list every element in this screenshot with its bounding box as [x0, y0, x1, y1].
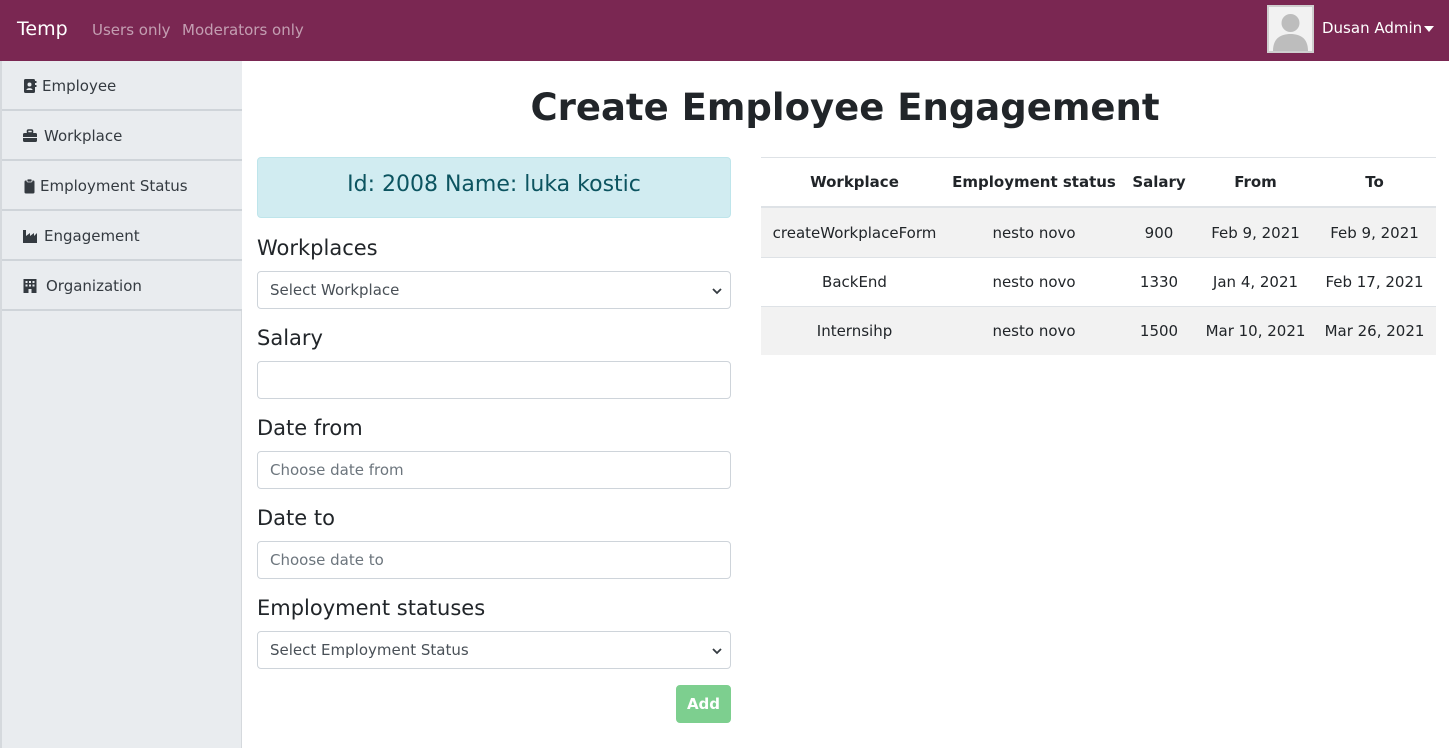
table-cell: Feb 17, 2021: [1325, 273, 1424, 291]
sidebar-item-label: Employee: [42, 77, 117, 95]
workplace-select-value: Select Workplace: [270, 281, 400, 299]
sidebar-item-label: Employment Status: [40, 177, 188, 195]
workplace-select[interactable]: Select Workplace: [257, 271, 731, 309]
employment-statuses-label: Employment statuses: [257, 596, 486, 620]
date-to-input[interactable]: [257, 541, 731, 579]
sidebar-item-label: Engagement: [44, 227, 140, 245]
sidebar: Employee Workplace Employment Status Eng…: [0, 61, 242, 748]
user-menu-toggle[interactable]: Dusan Admin: [1322, 19, 1422, 37]
column-header-salary: Salary: [1132, 173, 1186, 191]
table-cell: nesto novo: [992, 273, 1076, 291]
nav-moderators-only[interactable]: Moderators only: [182, 21, 304, 39]
employment-status-select[interactable]: Select Employment Status: [257, 631, 731, 669]
employee-info-banner: Id: 2008 Name: luka kostic: [257, 157, 731, 218]
chevron-down-icon: [712, 648, 722, 655]
sidebar-item-engagement[interactable]: Engagement: [2, 211, 242, 261]
table-cell: Feb 9, 2021: [1211, 223, 1300, 242]
brand-link[interactable]: Temp: [17, 18, 68, 40]
clipboard-icon: [24, 178, 35, 194]
page-title: Create Employee Engagement: [530, 86, 1160, 129]
salary-input[interactable]: [257, 361, 731, 399]
table-cell: Mar 26, 2021: [1324, 322, 1425, 340]
building-icon: [23, 279, 37, 293]
chevron-down-icon: [712, 288, 722, 295]
user-silhouette-icon: [1269, 7, 1312, 51]
table-cell: Mar 10, 2021: [1205, 322, 1306, 340]
table-cell: Jan 4, 2021: [1212, 273, 1299, 291]
date-from-label: Date from: [257, 416, 363, 440]
table-cell: nesto novo: [992, 223, 1076, 242]
employment-status-select-value: Select Employment Status: [270, 641, 469, 659]
table-cell: 1330: [1139, 273, 1179, 291]
table-header-row: Workplace Employment status Salary From …: [761, 158, 1436, 208]
table-cell: 1500: [1139, 322, 1179, 340]
table-cell: Internsihp: [816, 322, 893, 340]
nav-users-only[interactable]: Users only: [92, 21, 171, 39]
date-from-input[interactable]: [257, 451, 731, 489]
column-header-to: To: [1365, 173, 1384, 191]
sidebar-item-organization[interactable]: Organization: [2, 261, 242, 311]
workplaces-label: Workplaces: [257, 236, 378, 260]
table-cell: BackEnd: [822, 273, 887, 291]
column-header-employment-status: Employment status: [952, 173, 1116, 191]
top-navbar: Temp Users only Moderators only Dusan Ad…: [0, 0, 1449, 61]
caret-down-icon[interactable]: [1424, 26, 1434, 32]
table-row[interactable]: createWorkplaceForm nesto novo 900 Feb 9…: [761, 208, 1436, 257]
sidebar-item-label: Organization: [46, 277, 142, 295]
salary-label: Salary: [257, 326, 323, 350]
table-cell: 900: [1144, 223, 1174, 242]
sidebar-item-workplace[interactable]: Workplace: [2, 111, 242, 161]
industry-icon: [23, 230, 37, 243]
table-cell: Feb 9, 2021: [1330, 223, 1419, 242]
sidebar-item-label: Workplace: [44, 127, 123, 145]
id-card-icon: [24, 79, 37, 93]
add-button[interactable]: Add: [676, 685, 731, 723]
sidebar-item-employee[interactable]: Employee: [2, 61, 242, 111]
table-cell: nesto novo: [992, 322, 1076, 340]
avatar[interactable]: [1267, 5, 1314, 53]
date-to-label: Date to: [257, 506, 335, 530]
table-row[interactable]: BackEnd nesto novo 1330 Jan 4, 2021 Feb …: [761, 257, 1436, 306]
sidebar-item-employment-status[interactable]: Employment Status: [2, 161, 242, 211]
engagements-table: Workplace Employment status Salary From …: [761, 157, 1436, 355]
table-row[interactable]: Internsihp nesto novo 1500 Mar 10, 2021 …: [761, 306, 1436, 355]
briefcase-icon: [23, 129, 37, 142]
column-header-from: From: [1234, 173, 1277, 191]
table-cell: createWorkplaceForm: [772, 223, 937, 242]
column-header-workplace: Workplace: [810, 173, 899, 191]
